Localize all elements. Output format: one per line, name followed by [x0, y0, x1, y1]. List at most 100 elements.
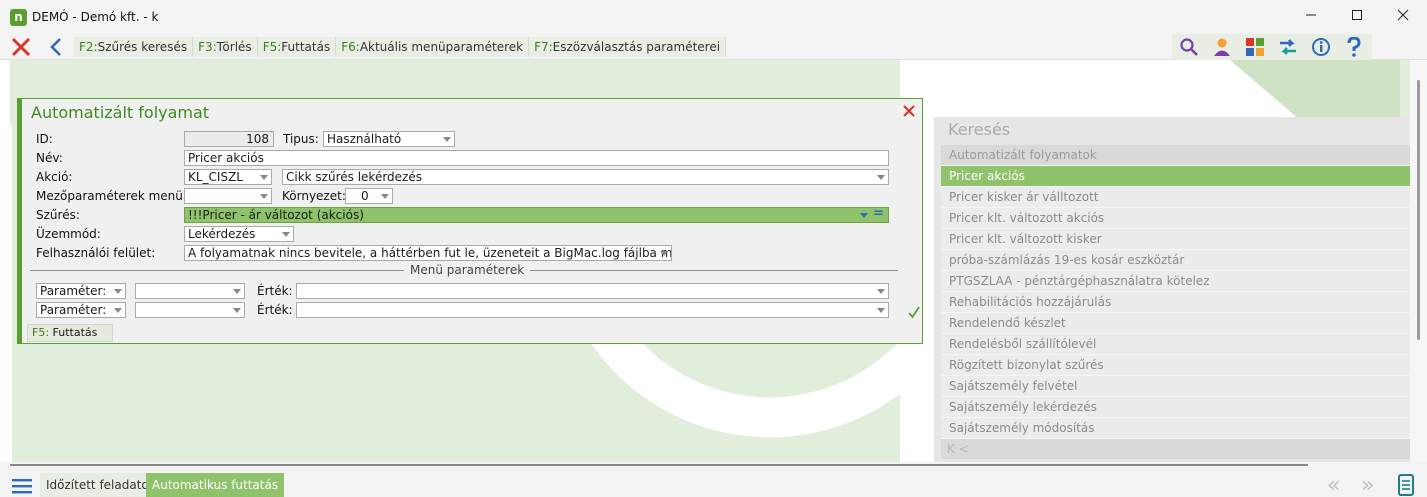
fkey-f2-search[interactable]: F2:Szűrés keresés [74, 37, 194, 57]
chevron-down-icon [233, 308, 241, 313]
user-button[interactable] [1205, 34, 1238, 60]
scrollbar-thumb[interactable] [1417, 80, 1420, 340]
list-item[interactable]: Pricer klt. változott akciós [941, 208, 1410, 229]
document-icon [1398, 474, 1414, 496]
param-select-2[interactable]: Paraméter: [36, 302, 126, 318]
dialog-title: Automatizált folyamat [31, 103, 210, 122]
red-x-icon [11, 37, 31, 57]
nev-input[interactable]: Pricer akciós [184, 150, 889, 166]
uzemmod-select[interactable]: Lekérdezés [184, 226, 294, 242]
search-button[interactable] [1172, 34, 1205, 60]
function-key-bar: F2:Szűrés keresés F3:Törlés F5:Futtatás … [74, 37, 727, 57]
help-icon [1347, 37, 1361, 57]
mezo-select[interactable] [184, 188, 272, 204]
info-button[interactable] [1304, 34, 1337, 60]
chevron-down-icon [877, 175, 885, 180]
tab-automatic-run[interactable]: Automatikus futtatás [146, 473, 285, 497]
window-title: DEMÓ - Demó kft. - k [32, 10, 159, 24]
szures-select[interactable]: !!!Pricer - ár változot (akciós) = [184, 207, 889, 223]
ertek-label-1: Érték: [257, 284, 293, 298]
ertek-select-1[interactable] [296, 283, 889, 299]
apps-icon [1245, 38, 1264, 56]
user-icon [1213, 38, 1230, 56]
param-select-1[interactable]: Paraméter: [36, 283, 126, 299]
fkey-f3-delete[interactable]: F3:Törlés [193, 37, 258, 57]
minimize-button[interactable] [1288, 4, 1334, 30]
fkey-f7-tool-params[interactable]: F7:Eszözválasztás paraméterei [529, 37, 727, 57]
bottom-bar: Időzített feladatok Automatikus futtatás… [0, 462, 1427, 497]
kornyezet-select[interactable]: 0 [345, 188, 393, 204]
cancel-button[interactable] [10, 36, 32, 58]
search-panel-title: Keresés [948, 120, 1011, 139]
list-item[interactable]: Rögzített bizonylat szűrés [941, 355, 1410, 376]
list-item[interactable]: Rehabilitációs hozzájárulás [941, 292, 1410, 313]
maximize-icon [1352, 10, 1362, 20]
chevron-down-icon [233, 289, 241, 294]
chevron-down-icon [660, 251, 668, 256]
minimize-icon [1306, 14, 1316, 16]
chevron-down-icon [443, 137, 451, 142]
felulet-label: Felhasználói felület: [36, 246, 156, 260]
param-value-select-2[interactable] [135, 302, 245, 318]
nav-next-button[interactable]: » [1361, 475, 1374, 497]
automated-process-dialog: Automatizált folyamat ID: 108 Tipus: Has… [17, 98, 923, 344]
id-label: ID: [36, 132, 53, 146]
list-item[interactable]: Sajátszemély módosítás [941, 418, 1410, 439]
maximize-button[interactable] [1334, 4, 1380, 30]
list-header: Automatizált folyamatok [941, 145, 1410, 166]
szures-label: Szűrés: [36, 208, 80, 222]
list-item[interactable]: Pricer klt. változott kisker [941, 229, 1410, 250]
fkey-f5-run[interactable]: F5:Futtatás [257, 37, 337, 57]
felulet-select[interactable]: A folyamatnak nincs bevitele, a háttérbe… [184, 245, 672, 261]
tab-scheduled-tasks[interactable]: Időzített feladatok [40, 473, 162, 497]
nav-prev-button[interactable]: « [1327, 475, 1340, 497]
param-value-select-1[interactable] [135, 283, 245, 299]
mezo-label: Mezőparaméterek menü: [36, 189, 187, 203]
list-pager[interactable]: K < [941, 439, 1410, 459]
toolbar: F2:Szűrés keresés F3:Törlés F5:Futtatás … [0, 34, 1427, 60]
akcio-label: Akció: [36, 170, 73, 184]
notes-button[interactable] [1398, 474, 1414, 497]
list-item[interactable]: PTGSZLAA - pénztárgéphasználatra kötelez [941, 271, 1410, 292]
chevron-down-icon [114, 308, 122, 313]
tipus-label: Tipus: [283, 132, 319, 146]
chevron-left-icon [50, 38, 61, 56]
dialog-close-button[interactable] [902, 104, 916, 118]
list-item[interactable]: Sajátszemély lekérdezés [941, 397, 1410, 418]
search-panel: Keresés Automatizált folyamatok Pricer a… [934, 117, 1410, 462]
akcio-code-select[interactable]: KL_CISZL [184, 169, 272, 185]
chevron-down-icon [877, 308, 885, 313]
help-button[interactable] [1337, 34, 1370, 60]
kornyezet-label: Környezet: [282, 189, 346, 203]
chevron-down-icon [260, 194, 268, 199]
close-window-button[interactable] [1380, 4, 1426, 30]
list-item[interactable]: Pricer kisker ár válltozott [941, 187, 1410, 208]
back-button[interactable] [48, 37, 64, 57]
menu-button[interactable] [12, 478, 32, 494]
uzemmod-label: Üzemmód: [36, 227, 101, 241]
list-item[interactable]: próba-számlázás 19-es kosár eszköztár [941, 250, 1410, 271]
close-icon [903, 105, 915, 117]
run-button[interactable]: F5: Futtatás [27, 324, 113, 342]
apps-button[interactable] [1238, 34, 1271, 60]
chevron-down-icon [877, 289, 885, 294]
vertical-scrollbar[interactable] [1410, 60, 1427, 462]
akcio-desc-select[interactable]: Cikk szűrés lekérdezés [282, 169, 889, 185]
bottom-divider [10, 464, 1308, 466]
search-icon [1179, 38, 1198, 56]
list-item[interactable]: Rendelendő készlet [941, 313, 1410, 334]
list-item[interactable]: Rendelésből szállítólevél [941, 334, 1410, 355]
list-item[interactable]: Sajátszemély felvétel [941, 376, 1410, 397]
ertek-select-2[interactable] [296, 302, 889, 318]
swap-icon [1279, 39, 1296, 55]
fkey-f6-menu-params[interactable]: F6:Aktuális menüparaméterek [336, 37, 530, 57]
checkmark-icon [908, 306, 920, 319]
confirm-button[interactable] [907, 305, 921, 319]
close-icon [1397, 9, 1409, 21]
swap-button[interactable] [1271, 34, 1304, 60]
list-item[interactable]: Pricer akciós [941, 166, 1410, 187]
equals-icon[interactable]: = [873, 208, 884, 221]
tipus-select[interactable]: Használható [323, 131, 455, 147]
ertek-label-2: Érték: [257, 303, 293, 317]
chevron-down-icon [381, 194, 389, 199]
